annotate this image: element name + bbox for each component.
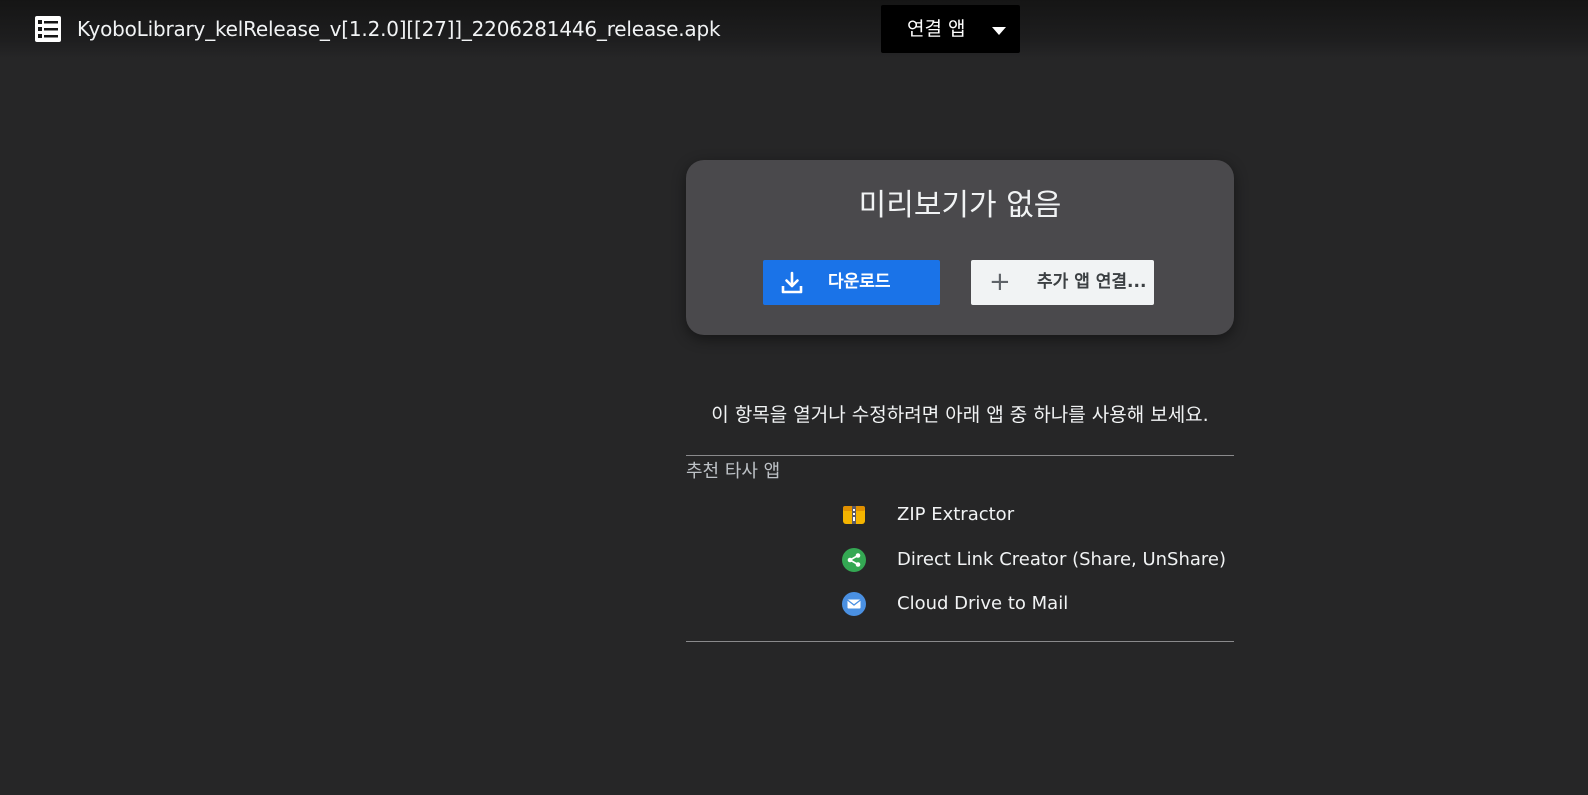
app-name: Cloud Drive to Mail bbox=[897, 593, 1069, 614]
connect-more-apps-label: 추가 앱 연결... bbox=[1037, 272, 1147, 292]
connect-more-apps-button[interactable]: + 추가 앱 연결... bbox=[971, 260, 1154, 305]
app-item-cloud-drive-to-mail[interactable]: Cloud Drive to Mail bbox=[842, 589, 1242, 619]
plus-icon: + bbox=[989, 267, 1011, 297]
caret-down-icon bbox=[992, 27, 1006, 35]
open-with-hint: 이 항목을 열거나 수정하려면 아래 앱 중 하나를 사용해 보세요. bbox=[711, 404, 1209, 426]
download-label: 다운로드 bbox=[828, 272, 891, 292]
divider-bottom bbox=[686, 641, 1234, 642]
top-bar: KyoboLibrary_kelRelease_v[1.2.0][[27]]_2… bbox=[0, 0, 1588, 58]
open-with-label: 연결 앱 bbox=[907, 18, 966, 40]
list-document-icon bbox=[35, 16, 61, 42]
no-preview-title: 미리보기가 없음 bbox=[858, 188, 1062, 223]
divider-top bbox=[686, 455, 1234, 456]
file-title: KyoboLibrary_kelRelease_v[1.2.0][[27]]_2… bbox=[77, 17, 721, 41]
share-icon bbox=[842, 548, 866, 572]
open-with-button[interactable]: 연결 앱 bbox=[881, 5, 1020, 53]
app-item-zip-extractor[interactable]: ZIP Extractor bbox=[842, 500, 1242, 530]
app-name: Direct Link Creator (Share, UnShare) bbox=[897, 549, 1227, 570]
download-icon bbox=[781, 271, 803, 294]
app-name: ZIP Extractor bbox=[897, 504, 1015, 525]
app-item-direct-link-creator[interactable]: Direct Link Creator (Share, UnShare) bbox=[842, 545, 1242, 575]
suggested-apps-heading: 추천 타사 앱 bbox=[686, 461, 781, 482]
download-button[interactable]: 다운로드 bbox=[763, 260, 940, 305]
mail-icon bbox=[842, 592, 866, 616]
zip-extractor-icon bbox=[843, 506, 865, 524]
no-preview-card: 미리보기가 없음 다운로드 + 추가 앱 연결... bbox=[686, 160, 1234, 335]
